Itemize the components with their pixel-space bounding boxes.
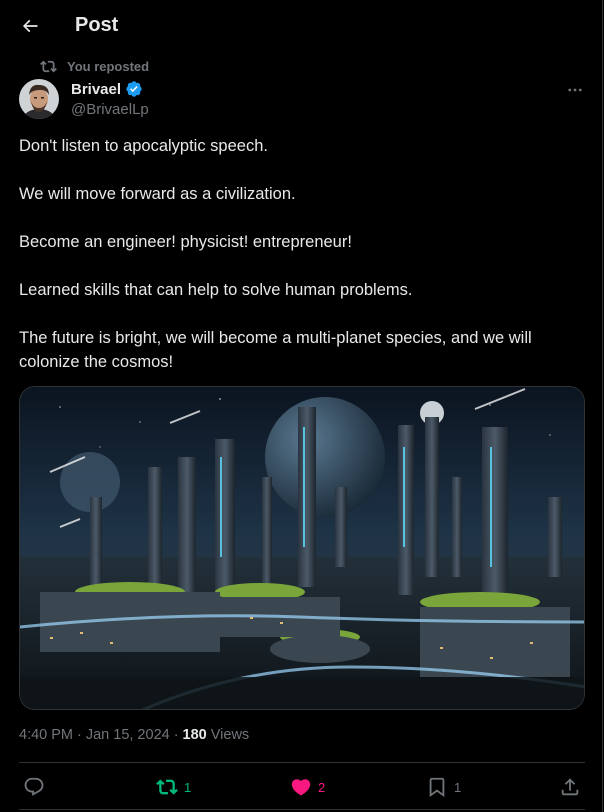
more-options-button[interactable] bbox=[560, 80, 590, 100]
repost-button[interactable]: 1 bbox=[156, 770, 191, 804]
divider bbox=[19, 809, 585, 810]
post-date[interactable]: Jan 15, 2024 bbox=[86, 727, 170, 743]
back-button[interactable] bbox=[14, 10, 46, 42]
repost-icon bbox=[40, 60, 57, 73]
tweet-image[interactable] bbox=[19, 386, 585, 710]
action-bar: 1 2 1 bbox=[0, 770, 603, 804]
like-button[interactable]: 2 bbox=[290, 770, 325, 804]
repost-count: 1 bbox=[184, 779, 192, 795]
back-arrow-icon bbox=[22, 19, 38, 33]
repost-notice[interactable]: You reposted bbox=[40, 58, 149, 75]
meta-separator: · bbox=[173, 727, 179, 743]
page-title: Post bbox=[75, 14, 119, 36]
like-count: 2 bbox=[318, 779, 326, 795]
heart-icon bbox=[291, 779, 311, 796]
tweet-paragraph: Become an engineer! physicist! entrepren… bbox=[19, 233, 352, 251]
verified-badge-icon bbox=[126, 81, 142, 97]
post-time[interactable]: 4:40 PM bbox=[19, 727, 73, 743]
repost-icon bbox=[156, 779, 178, 795]
tweet-paragraph: Don't listen to apocalyptic speech. bbox=[19, 137, 268, 155]
reply-icon bbox=[24, 777, 44, 796]
share-icon bbox=[561, 778, 579, 796]
bookmark-count: 1 bbox=[454, 779, 462, 795]
post-detail-column: Post You reposted Brivael @BrivaelLp Don… bbox=[0, 0, 603, 812]
post-metadata: 4:40 PM · Jan 15, 2024 · 180 Views bbox=[19, 727, 249, 743]
avatar-image bbox=[19, 79, 59, 119]
page-header: Post bbox=[0, 0, 603, 53]
bookmark-button[interactable]: 1 bbox=[426, 770, 461, 804]
author-handle[interactable]: @BrivaelLp bbox=[71, 101, 149, 118]
divider bbox=[19, 762, 585, 763]
author-name[interactable]: Brivael bbox=[71, 81, 121, 98]
views-count: 180 bbox=[182, 727, 207, 743]
avatar[interactable] bbox=[19, 79, 59, 119]
share-button[interactable] bbox=[559, 770, 581, 804]
tweet-text: Don't listen to apocalyptic speech. We w… bbox=[19, 134, 584, 374]
author-info: Brivael @BrivaelLp bbox=[71, 80, 149, 119]
futuristic-city-image bbox=[20, 387, 584, 709]
repost-notice-label: You reposted bbox=[67, 59, 150, 74]
tweet-paragraph: We will move forward as a civilization. bbox=[19, 185, 296, 203]
tweet-paragraph: The future is bright, we will become a m… bbox=[19, 329, 532, 371]
reply-button[interactable] bbox=[23, 770, 51, 804]
bookmark-icon bbox=[429, 777, 445, 798]
more-icon bbox=[568, 88, 582, 92]
meta-separator: · bbox=[77, 727, 82, 743]
views-label: Views bbox=[210, 727, 250, 743]
tweet-paragraph: Learned skills that can help to solve hu… bbox=[19, 281, 413, 299]
